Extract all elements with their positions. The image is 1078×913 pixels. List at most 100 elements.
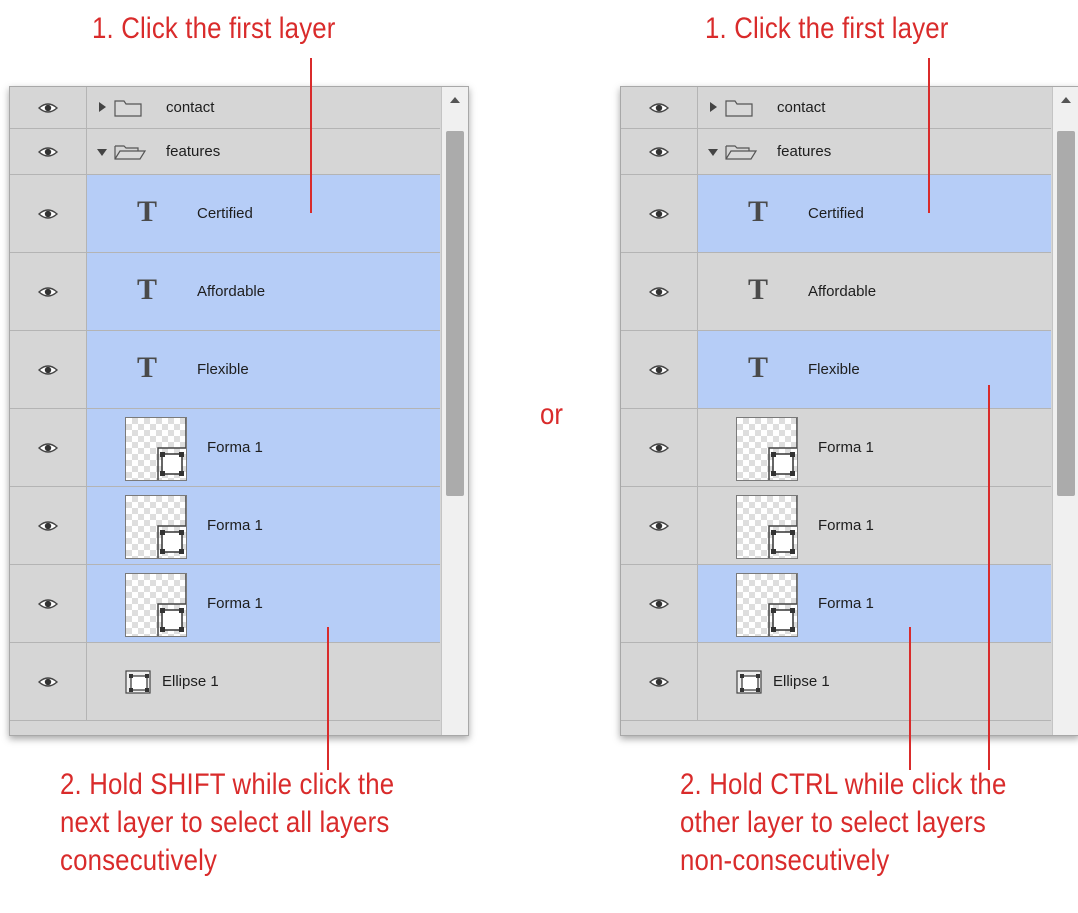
eye-icon <box>649 442 669 453</box>
visibility-toggle[interactable] <box>10 87 87 128</box>
layer-content[interactable]: Forma 1 <box>87 565 440 642</box>
eye-icon <box>38 286 58 297</box>
visibility-toggle[interactable] <box>10 487 87 564</box>
layer-content[interactable]: contact <box>87 87 440 128</box>
shape-thumbnail-icon <box>125 573 187 637</box>
visibility-toggle[interactable] <box>621 87 698 128</box>
visibility-toggle[interactable] <box>621 487 698 564</box>
layer-content[interactable]: Forma 1 <box>87 487 440 564</box>
vector-mask-icon <box>736 670 762 699</box>
visibility-toggle[interactable] <box>621 643 698 720</box>
left-bottom-caption: 2. Hold SHIFT while click the next layer… <box>60 766 394 880</box>
eye-icon <box>649 208 669 219</box>
expanded-arrow-icon[interactable] <box>97 149 107 156</box>
scroll-up-arrow-icon[interactable] <box>450 97 460 103</box>
visibility-toggle[interactable] <box>10 253 87 330</box>
right-bottom-caption-line-1: 2. Hold CTRL while click the <box>680 768 1007 801</box>
visibility-toggle[interactable] <box>621 565 698 642</box>
layer-row[interactable]: T Flexible <box>10 331 440 409</box>
visibility-toggle[interactable] <box>621 129 698 174</box>
layer-name: Certified <box>808 205 864 222</box>
layer-row[interactable]: contact <box>10 87 440 129</box>
eye-icon <box>649 146 669 157</box>
eye-icon <box>38 146 58 157</box>
layer-row[interactable]: features <box>621 129 1051 175</box>
visibility-toggle[interactable] <box>621 175 698 252</box>
visibility-toggle[interactable] <box>621 409 698 486</box>
layer-name: contact <box>166 99 215 116</box>
visibility-toggle[interactable] <box>10 643 87 720</box>
layer-row[interactable]: T Certified <box>10 175 440 253</box>
callout-line-right-ctrl-flexible <box>988 385 990 770</box>
visibility-toggle[interactable] <box>10 129 87 174</box>
layer-row[interactable]: T Affordable <box>621 253 1051 331</box>
left-bottom-caption-line-3: consecutively <box>60 844 218 877</box>
layer-content[interactable]: T Affordable <box>698 253 1051 330</box>
layer-content[interactable]: T Flexible <box>87 331 440 408</box>
layer-row[interactable]: Forma 1 <box>10 487 440 565</box>
visibility-toggle[interactable] <box>10 331 87 408</box>
layer-content[interactable]: T Certified <box>87 175 440 252</box>
layer-content[interactable]: T Certified <box>698 175 1051 252</box>
layer-content[interactable]: Forma 1 <box>698 487 1051 564</box>
layer-row[interactable]: Forma 1 <box>10 565 440 643</box>
layer-row[interactable]: T Affordable <box>10 253 440 331</box>
text-layer-icon: T <box>137 195 158 228</box>
open-folder-icon <box>724 143 758 166</box>
layer-row[interactable]: Forma 1 <box>621 487 1051 565</box>
visibility-toggle[interactable] <box>621 331 698 408</box>
folder-icon <box>113 99 143 122</box>
eye-icon <box>649 598 669 609</box>
layer-row[interactable]: T Certified <box>621 175 1051 253</box>
collapsed-arrow-icon[interactable] <box>99 102 106 112</box>
layer-row[interactable]: Ellipse 1 <box>10 643 440 721</box>
right-bottom-caption-line-3: non-consecutively <box>680 844 890 877</box>
layer-row[interactable]: T Flexible <box>621 331 1051 409</box>
layer-content[interactable]: T Flexible <box>698 331 1051 408</box>
layer-content[interactable]: features <box>87 129 440 174</box>
left-bottom-caption-line-2: next layer to select all layers <box>60 806 390 839</box>
layer-content[interactable]: Ellipse 1 <box>698 643 1051 720</box>
layer-name: Affordable <box>808 283 877 300</box>
layer-row[interactable]: Forma 1 <box>621 565 1051 643</box>
scrollbar[interactable] <box>441 87 468 735</box>
layer-content[interactable]: T Affordable <box>87 253 440 330</box>
eye-icon <box>38 598 58 609</box>
eye-icon <box>649 102 669 113</box>
collapsed-arrow-icon[interactable] <box>710 102 717 112</box>
layers-panel-right: contact features T Certified T Affordable T Fle… <box>620 86 1078 736</box>
right-bottom-caption-line-2: other layer to select layers <box>680 806 986 839</box>
layer-name: Affordable <box>197 283 266 300</box>
visibility-toggle[interactable] <box>10 175 87 252</box>
scrollbar[interactable] <box>1052 87 1078 735</box>
shape-thumbnail-icon <box>125 495 187 559</box>
layer-content[interactable]: Ellipse 1 <box>87 643 440 720</box>
layer-row[interactable]: contact <box>621 87 1051 129</box>
expanded-arrow-icon[interactable] <box>708 149 718 156</box>
layer-content[interactable]: Forma 1 <box>698 565 1051 642</box>
callout-line-right-top <box>928 58 930 213</box>
layer-content[interactable]: contact <box>698 87 1051 128</box>
layer-name: features <box>166 143 221 160</box>
scrollbar-thumb[interactable] <box>446 131 464 496</box>
eye-icon <box>38 676 58 687</box>
shape-thumbnail-icon <box>736 417 798 481</box>
layer-name: Forma 1 <box>207 439 263 456</box>
shape-thumbnail-icon <box>736 495 798 559</box>
layer-content[interactable]: Forma 1 <box>87 409 440 486</box>
layer-row[interactable]: Forma 1 <box>621 409 1051 487</box>
scroll-up-arrow-icon[interactable] <box>1061 97 1071 103</box>
layer-row[interactable]: features <box>10 129 440 175</box>
visibility-toggle[interactable] <box>10 409 87 486</box>
eye-icon <box>649 286 669 297</box>
visibility-toggle[interactable] <box>621 253 698 330</box>
eye-icon <box>38 442 58 453</box>
layer-row[interactable]: Forma 1 <box>10 409 440 487</box>
layer-row[interactable]: Ellipse 1 <box>621 643 1051 721</box>
shape-thumbnail-icon <box>736 573 798 637</box>
layers-panel-left: contact features T Certified T Affordable T Fle… <box>9 86 469 736</box>
layer-content[interactable]: features <box>698 129 1051 174</box>
visibility-toggle[interactable] <box>10 565 87 642</box>
layer-content[interactable]: Forma 1 <box>698 409 1051 486</box>
scrollbar-thumb[interactable] <box>1057 131 1075 496</box>
